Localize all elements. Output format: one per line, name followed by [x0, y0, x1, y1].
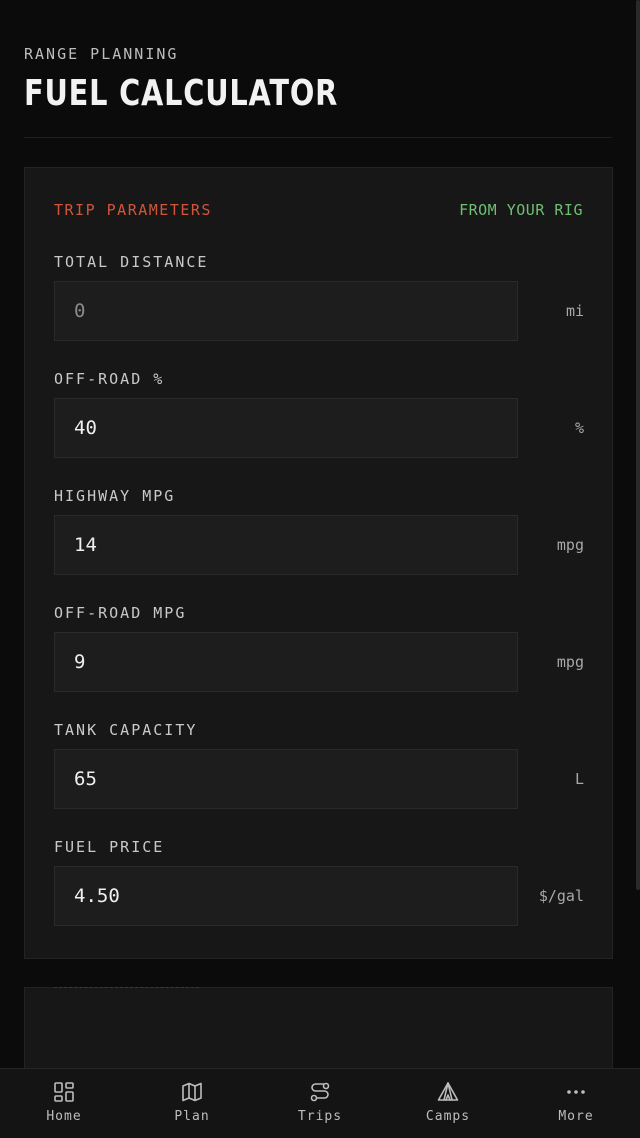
unit-label: mi: [565, 302, 584, 320]
nav-label: Camps: [425, 1109, 471, 1124]
page-title: FUEL CALCULATOR: [24, 73, 339, 114]
nav-item-camps[interactable]: Camps: [384, 1069, 512, 1138]
tank-capacity-input[interactable]: [54, 749, 518, 809]
section-title: TRIP PARAMETERS: [54, 201, 212, 219]
field-row: %: [54, 398, 584, 458]
header-divider: [24, 137, 612, 138]
off-road-mpg-input[interactable]: [54, 632, 518, 692]
route-icon: [308, 1080, 332, 1104]
field-off-road-mpg: OFF-ROAD MPG mpg: [54, 603, 584, 692]
page-header: RANGE PLANNING FUEL CALCULATOR: [24, 44, 612, 114]
field-off-road-percent: OFF-ROAD % %: [54, 369, 584, 458]
field-label: TOTAL DISTANCE: [54, 253, 209, 271]
bottom-nav: Home Plan Trips Camps More: [0, 1068, 640, 1138]
field-label: TANK CAPACITY: [54, 721, 198, 739]
tent-icon: [436, 1080, 460, 1104]
scrollbar-thumb[interactable]: [636, 0, 640, 890]
field-row: mi: [54, 281, 584, 341]
field-label: OFF-ROAD MPG: [54, 604, 187, 622]
from-your-rig-button[interactable]: FROM YOUR RIG: [459, 201, 583, 219]
off-road-percent-input[interactable]: [54, 398, 518, 458]
scrollbar-track[interactable]: [636, 0, 640, 1068]
field-label: FUEL PRICE: [54, 838, 165, 856]
nav-label: Home: [46, 1109, 82, 1124]
field-tank-capacity: TANK CAPACITY L: [54, 720, 584, 809]
nav-label: More: [558, 1109, 594, 1124]
unit-label: $/gal: [538, 887, 584, 905]
grid-icon: [52, 1080, 76, 1104]
more-dots-icon: [564, 1080, 588, 1104]
card-header: TRIP PARAMETERS FROM YOUR RIG: [54, 200, 583, 220]
field-label: HIGHWAY MPG: [54, 487, 176, 505]
unit-label: L: [574, 770, 584, 788]
card-divider: [54, 987, 199, 988]
unit-label: mpg: [556, 536, 584, 554]
page-eyebrow: RANGE PLANNING: [24, 45, 179, 63]
unit-label: mpg: [556, 653, 584, 671]
field-row: L: [54, 749, 584, 809]
nav-item-plan[interactable]: Plan: [128, 1069, 256, 1138]
field-row: mpg: [54, 515, 584, 575]
trip-parameters-card: TRIP PARAMETERS FROM YOUR RIG TOTAL DIST…: [24, 167, 613, 959]
field-highway-mpg: HIGHWAY MPG mpg: [54, 486, 584, 575]
nav-item-more[interactable]: More: [512, 1069, 640, 1138]
nav-item-trips[interactable]: Trips: [256, 1069, 384, 1138]
field-total-distance: TOTAL DISTANCE mi: [54, 252, 584, 341]
field-row: mpg: [54, 632, 584, 692]
unit-label: %: [574, 419, 584, 437]
total-distance-input[interactable]: [54, 281, 518, 341]
highway-mpg-input[interactable]: [54, 515, 518, 575]
nav-label: Plan: [174, 1109, 210, 1124]
fuel-price-input[interactable]: [54, 866, 518, 926]
field-row: $/gal: [54, 866, 584, 926]
nav-item-home[interactable]: Home: [0, 1069, 128, 1138]
field-label: OFF-ROAD %: [54, 370, 165, 388]
field-fuel-price: FUEL PRICE $/gal: [54, 837, 584, 926]
map-icon: [180, 1080, 204, 1104]
nav-label: Trips: [297, 1109, 343, 1124]
